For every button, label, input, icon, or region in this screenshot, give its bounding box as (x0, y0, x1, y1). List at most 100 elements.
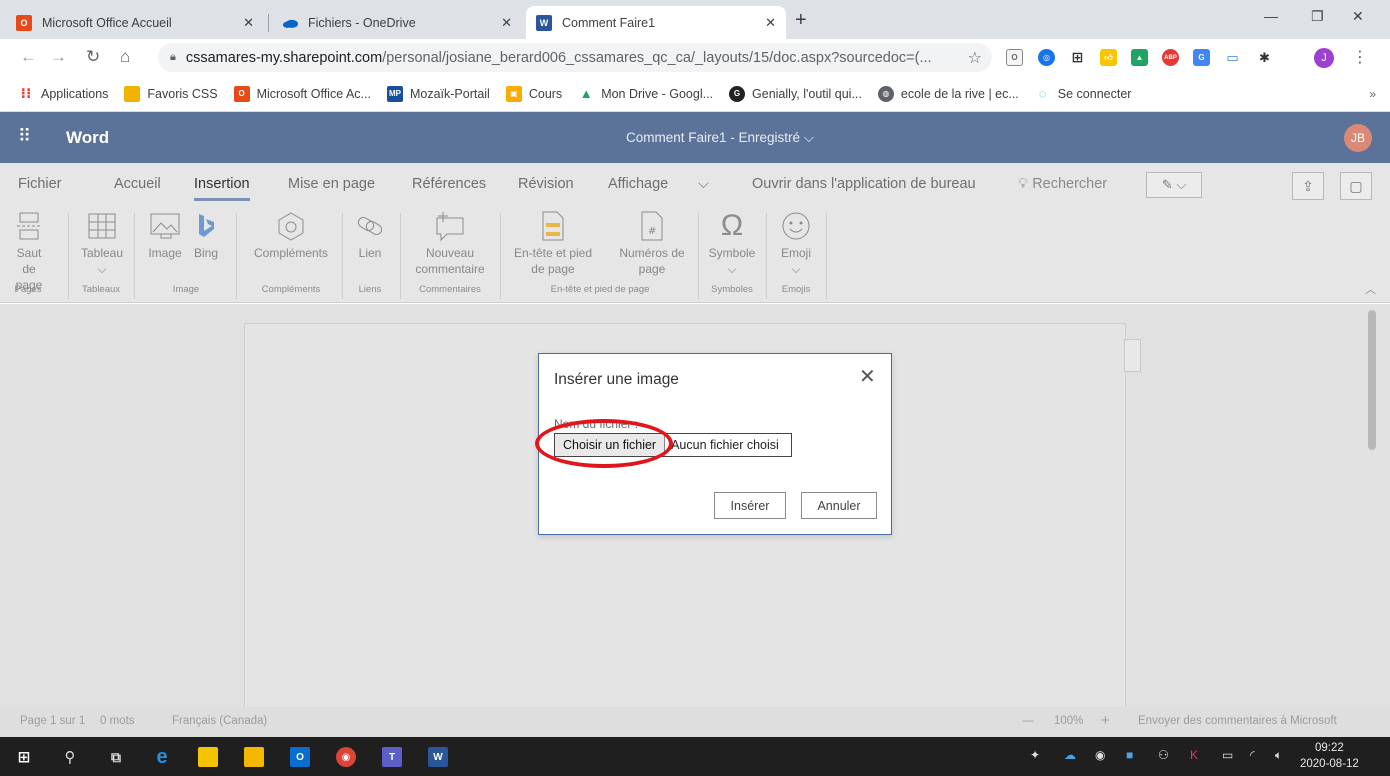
editing-mode-dropdown[interactable]: ✎ ⌵ (1146, 172, 1202, 198)
page-break-button[interactable]: Saut de page (10, 207, 48, 293)
zoom-level[interactable]: 100% (1054, 715, 1083, 727)
tab-affichage[interactable]: Affichage (608, 176, 668, 192)
security-tray-icon[interactable]: ◉ (1095, 748, 1105, 762)
group-label-tableaux: Tableaux (81, 284, 121, 295)
document-title[interactable]: Comment Faire1 - Enregistré ⌵ (0, 130, 1390, 146)
word-icon[interactable]: W (428, 747, 448, 767)
file-explorer-icon[interactable] (244, 747, 264, 767)
header-footer-button[interactable]: En-tête et pied de page (508, 207, 598, 277)
insert-button[interactable]: Insérer (714, 492, 786, 519)
search-icon[interactable]: ⚲ (60, 747, 80, 767)
windows-start-icon[interactable]: ⊞ (14, 747, 34, 767)
symbol-button[interactable]: Ω Symbole ⌵ (706, 207, 758, 277)
reload-icon[interactable]: ↻ (86, 47, 100, 67)
bookmark-genially[interactable]: G Genially, l'outil qui... (729, 85, 862, 102)
screen-extension-icon[interactable]: ▭ (1224, 49, 1241, 66)
page-count[interactable]: Page 1 sur 1 (20, 715, 85, 727)
minimize-icon[interactable]: — (1264, 8, 1278, 24)
command-label: Image (148, 246, 182, 260)
more-tabs-chevron-icon[interactable]: ⌵ (698, 176, 709, 192)
tab-revision[interactable]: Révision (518, 176, 574, 192)
new-comment-button[interactable]: Nouveau commentaire (408, 207, 492, 277)
collapse-ribbon-icon[interactable]: ︿ (1365, 281, 1376, 297)
user-avatar[interactable]: JB (1344, 124, 1372, 152)
zoom-out-button[interactable]: — (1022, 715, 1034, 727)
close-icon[interactable]: ✕ (859, 364, 876, 389)
back-icon[interactable]: ← (20, 47, 37, 67)
tab-accueil[interactable]: Accueil (114, 176, 161, 192)
new-tab-button[interactable]: + (795, 9, 807, 32)
image-button[interactable]: Image (144, 207, 186, 261)
bookmark-ecole-de-la-rive[interactable]: ◍ ecole de la rive | ec... (877, 85, 1019, 102)
share-icon[interactable]: ⇪ (1292, 172, 1324, 200)
word-header: ⠿ Word Comment Faire1 - Enregistré ⌵ JB (0, 112, 1390, 163)
people-tray-icon[interactable]: ⚇ (1158, 748, 1169, 762)
sticky-notes-icon[interactable] (198, 747, 218, 767)
tab-comment-faire[interactable]: W Comment Faire1 ✕ (526, 6, 786, 39)
address-bar[interactable]: 🔒︎ cssamares-my.sharepoint.com/personal/… (158, 43, 992, 72)
bookmark-microsoft-office[interactable]: O Microsoft Office Ac... (233, 85, 371, 102)
tab-onedrive[interactable]: Fichiers - OneDrive ✕ (272, 6, 522, 39)
bookmark-favoris-css[interactable]: Favoris CSS (124, 85, 218, 102)
app-tray-icon[interactable]: ■ (1126, 748, 1133, 762)
bookmark-applications[interactable]: ⁝⁝ Applications (18, 85, 109, 102)
comments-icon[interactable]: ▢ (1340, 172, 1372, 200)
forward-icon[interactable]: → (50, 47, 67, 67)
bookmark-se-connecter[interactable]: ◌ Se connecter (1035, 86, 1132, 102)
restore-icon[interactable]: ❐ (1311, 8, 1324, 25)
translate-extension-icon[interactable]: G (1193, 49, 1210, 66)
tab-mise-en-page[interactable]: Mise en page (288, 176, 375, 192)
tab-microsoft-office[interactable]: O Microsoft Office Accueil ✕ (6, 6, 264, 39)
close-tab-icon[interactable]: ✕ (243, 15, 254, 31)
teams-tray-icon[interactable]: ✦ (1030, 748, 1040, 762)
battery-icon[interactable]: ▭ (1222, 748, 1233, 762)
k-tray-icon[interactable]: K (1190, 748, 1198, 762)
bookmark-mon-drive[interactable]: ▲ Mon Drive - Googl... (578, 86, 713, 102)
language-indicator[interactable]: Français (Canada) (172, 715, 267, 727)
grid-extension-icon[interactable]: ⊞ (1069, 49, 1086, 66)
chrome-icon[interactable]: ◉ (336, 747, 356, 767)
browser-menu-icon[interactable]: ⋮ (1352, 47, 1368, 67)
profile-avatar[interactable]: J (1314, 48, 1334, 68)
vertical-scrollbar[interactable] (1368, 310, 1376, 450)
window-close-icon[interactable]: ✕ (1352, 8, 1364, 25)
home-icon[interactable]: ⌂ (120, 47, 130, 67)
link-button[interactable]: Lien (350, 207, 390, 261)
group-label-image: Image (172, 284, 200, 295)
table-button[interactable]: Tableau ⌵ (78, 207, 126, 277)
thumbs-up-extension-icon[interactable]: 👍︎ (1100, 49, 1117, 66)
system-clock[interactable]: 09:22 2020-08-12 (1300, 740, 1359, 772)
ribbon-search[interactable]: 💡︎ Rechercher (1018, 176, 1107, 192)
outlook-icon[interactable]: O (290, 747, 310, 767)
cancel-button[interactable]: Annuler (801, 492, 877, 519)
more-bookmarks-icon[interactable]: » (1369, 87, 1376, 101)
open-in-desktop-app[interactable]: Ouvrir dans l'application de bureau (752, 176, 976, 192)
zoom-in-button[interactable]: + (1101, 712, 1110, 729)
close-tab-icon[interactable]: ✕ (765, 15, 776, 31)
teams-icon[interactable]: T (382, 747, 402, 767)
close-tab-icon[interactable]: ✕ (501, 15, 512, 31)
emoji-button[interactable]: Emoji ⌵ (774, 207, 818, 277)
addins-button[interactable]: Compléments (246, 207, 336, 261)
tab-insertion[interactable]: Insertion (194, 176, 250, 201)
onedrive-tray-icon[interactable]: ☁ (1064, 748, 1076, 762)
extensions-puzzle-icon[interactable]: ✱ (1256, 49, 1273, 66)
office-extension-icon[interactable]: O (1006, 49, 1023, 66)
bookmark-cours[interactable]: ▣ Cours (505, 85, 562, 102)
edge-icon[interactable]: e (152, 746, 172, 768)
send-feedback-link[interactable]: Envoyer des commentaires à Microsoft (1138, 715, 1337, 727)
no-file-chosen-text: Aucun fichier choisi (671, 438, 779, 452)
page-numbers-button[interactable]: # Numéros de page (612, 207, 692, 277)
adblock-icon[interactable]: ABP (1162, 49, 1179, 66)
bing-button[interactable]: Bing (190, 207, 222, 261)
task-view-icon[interactable]: ⧉ (106, 747, 126, 767)
volume-icon[interactable]: 🔈︎ (1275, 748, 1282, 763)
wifi-icon[interactable]: ◜ (1250, 748, 1255, 762)
drive-extension-icon[interactable]: ▲ (1131, 49, 1148, 66)
bookmark-star-icon[interactable]: ☆ (968, 48, 982, 68)
tab-references[interactable]: Références (412, 176, 486, 192)
word-count[interactable]: 0 mots (100, 715, 135, 727)
compass-extension-icon[interactable]: ◎ (1038, 49, 1055, 66)
bookmark-mozaik[interactable]: MP Mozaïk-Portail (386, 85, 490, 102)
tab-fichier[interactable]: Fichier (18, 176, 62, 192)
